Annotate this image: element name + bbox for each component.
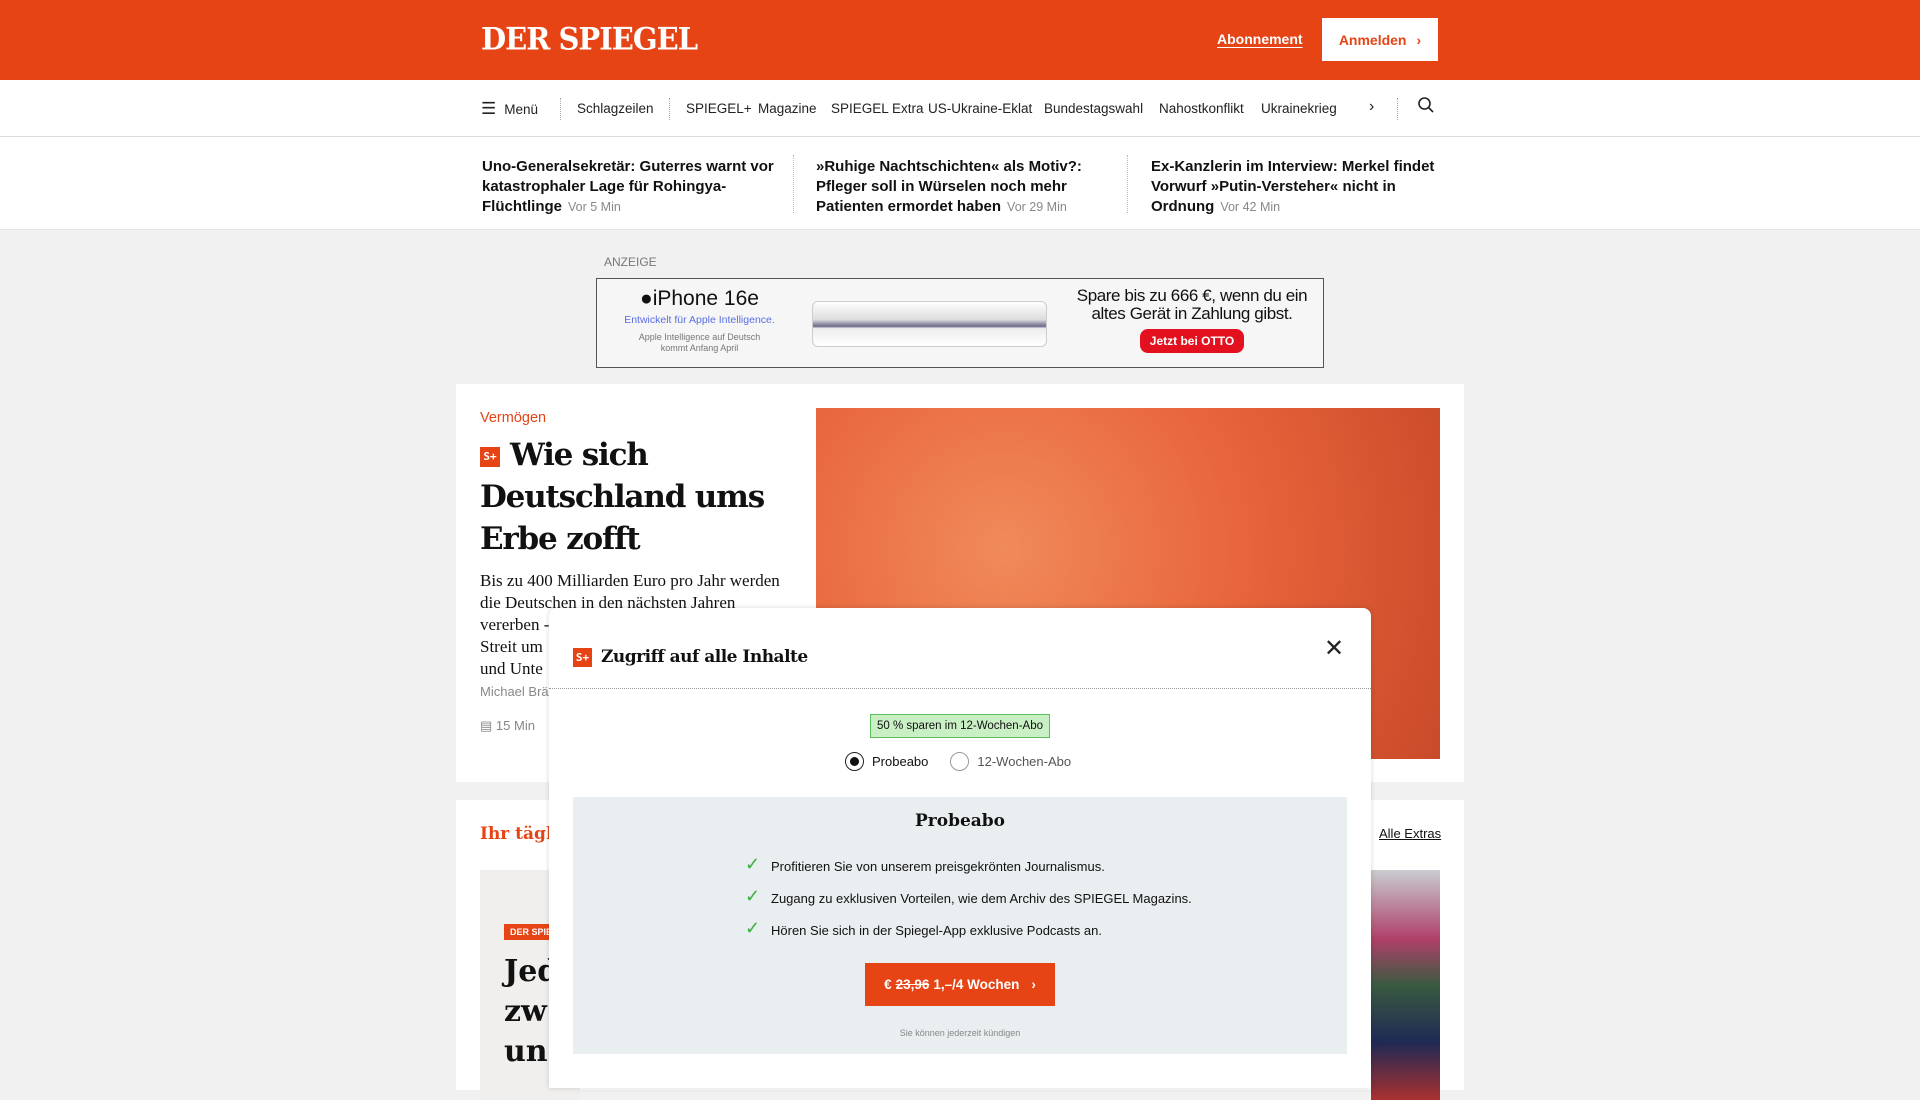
article-title[interactable]: S+ Wie sich Deutschland ums Erbe zofft [480, 434, 780, 560]
ad-product: ●iPhone 16e [640, 287, 759, 310]
plan-panel: Probeabo ✓ Profitieren Sie von unserem pr… [573, 797, 1347, 1054]
radio-probeabo[interactable]: Probeabo [845, 752, 928, 771]
headline-title: Ex-Kanzlerin im Interview: Merkel findet… [1151, 158, 1435, 215]
headline-time: Vor 29 Min [1007, 200, 1067, 214]
top-bar: DER SPIEGEL Abonnement Anmelden › [0, 0, 1920, 80]
hamburger-icon: ☰ [481, 99, 497, 118]
plan-radio-group: Probeabo 12-Wochen-Abo [845, 752, 1071, 771]
apple-icon: ● [640, 287, 653, 310]
ad-tagline: Entwickelt für Apple Intelligence. [624, 314, 775, 326]
headline-title: Uno-Generalsekretär: Guterres warnt vor … [482, 158, 774, 215]
spiegel-plus-icon: S+ [573, 647, 592, 667]
radio-unselected-icon [950, 752, 970, 771]
benefit-item: ✓ Profitieren Sie von unserem preisgekrön… [745, 854, 1105, 874]
extra-image[interactable] [1371, 870, 1440, 1100]
nav-item-bundestagswahl[interactable]: Bundestagswahl [1044, 101, 1143, 116]
promo-badge: 50 % sparen im 12-Wochen-Abo [870, 714, 1050, 738]
headline-item[interactable]: Ex-Kanzlerin im Interview: Merkel findet… [1151, 157, 1446, 217]
article-author: Michael Brä [480, 684, 549, 699]
document-icon: ▤ [480, 718, 493, 733]
plan-title: Probeabo [914, 811, 1006, 831]
check-icon: ✓ [745, 918, 761, 938]
nav-item-nahostkonflikt[interactable]: Nahostkonflikt [1159, 101, 1244, 116]
nav-item-ukrainekrieg[interactable]: Ukrainekrieg [1261, 101, 1336, 116]
nav-item-magazine[interactable]: Magazine [758, 101, 817, 116]
modal-header: S+ Zugriff auf alle Inhalte [573, 647, 808, 667]
subscription-link[interactable]: Abonnement [1217, 31, 1303, 47]
nav-item-spiegel-extra[interactable]: SPIEGEL Extra [831, 101, 924, 116]
menu-label: Menü [504, 102, 539, 117]
ad-cta-button[interactable]: Jetzt bei OTTO [1139, 329, 1245, 353]
login-label: Anmelden [1338, 31, 1407, 48]
cancel-note: Sie können jederzeit kündigen [899, 1028, 1021, 1038]
chevron-right-icon: › [1031, 977, 1036, 992]
ad-offer: Spare bis zu 666 €, wenn du ein altes Ge… [1076, 286, 1308, 323]
nav-bar: ☰ Menü Schlagzeilen SPIEGEL+ Magazine SPI… [0, 80, 1920, 137]
reading-time: ▤ 15 Min [480, 718, 535, 733]
headline-time: Vor 5 Min [568, 200, 621, 214]
subscription-modal: S+ Zugriff auf alle Inhalte ✕ 50 % spare… [549, 608, 1371, 1088]
modal-title: Zugriff auf alle Inhalte [601, 647, 808, 667]
ad-label: ANZEIGE [604, 255, 657, 269]
menu-button[interactable]: ☰ Menü [481, 99, 538, 119]
nav-item-spiegel-plus[interactable]: SPIEGEL+ [686, 101, 752, 116]
benefit-item: ✓ Hören Sie sich in der Spiegel-App exklu… [745, 918, 1102, 938]
benefit-item: ✓ Zugang zu exklusiven Vorteilen, wie dem… [745, 886, 1192, 906]
nav-scroll-right-icon[interactable]: › [1369, 98, 1374, 116]
radio-12-wochen-abo[interactable]: 12-Wochen-Abo [950, 752, 1071, 771]
ad-note: Apple Intelligence auf Deutsch kommt Anf… [638, 332, 761, 353]
headline-item[interactable]: Uno-Generalsekretär: Guterres warnt vor … [482, 157, 777, 217]
all-extras-link[interactable]: Alle Extras [1379, 826, 1441, 841]
search-icon[interactable] [1417, 96, 1435, 117]
nav-item-us-ukraine[interactable]: US-Ukraine-Eklat [928, 101, 1032, 116]
login-button[interactable]: Anmelden › [1322, 18, 1438, 61]
headline-item[interactable]: »Ruhige Nachtschichten« als Motiv?: Pfle… [816, 157, 1106, 217]
headline-strip: Uno-Generalsekretär: Guterres warnt vor … [0, 137, 1920, 230]
subscribe-button[interactable]: €23,96 1,–/4 Wochen › [865, 963, 1055, 1006]
benefit-list: ✓ Profitieren Sie von unserem preisgekrön… [745, 854, 1192, 955]
spiegel-logo[interactable]: DER SPIEGEL [481, 21, 698, 57]
headline-time: Vor 42 Min [1220, 200, 1281, 214]
spiegel-plus-icon: S+ [480, 447, 500, 467]
nav-item-schlagzeilen[interactable]: Schlagzeilen [577, 101, 654, 116]
radio-selected-icon [845, 752, 864, 771]
chevron-right-icon: › [1416, 31, 1422, 48]
check-icon: ✓ [745, 886, 761, 906]
article-kicker: Vermögen [480, 410, 547, 426]
ad-banner[interactable]: ●iPhone 16e Entwickelt für Apple Intelli… [596, 278, 1324, 368]
check-icon: ✓ [745, 854, 761, 874]
close-icon[interactable]: ✕ [1324, 634, 1344, 663]
phone-image [812, 301, 1047, 347]
